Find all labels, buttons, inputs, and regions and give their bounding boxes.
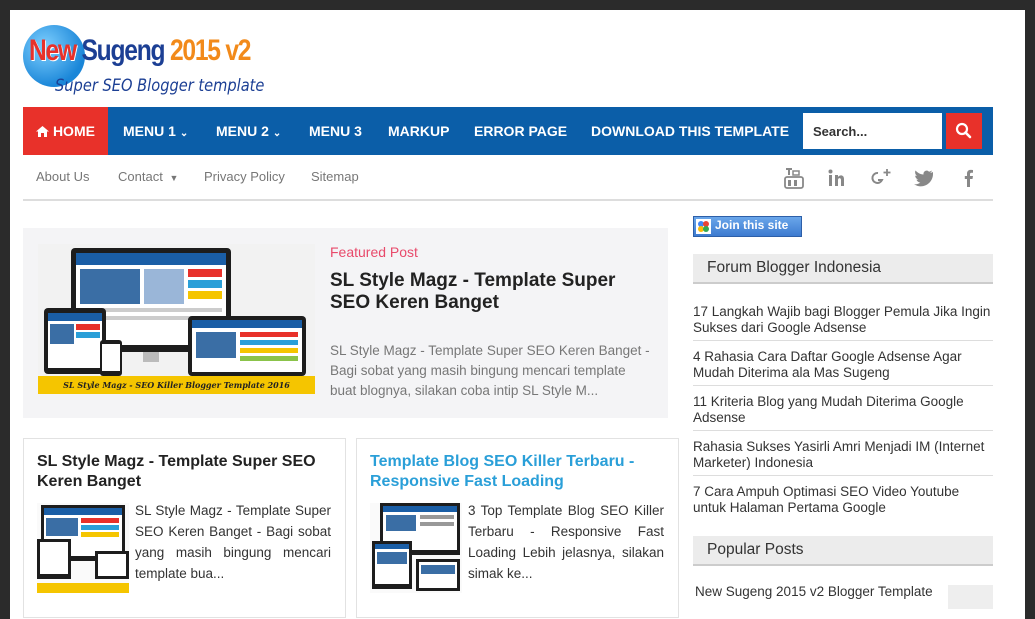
popular-post-thumbnail[interactable] bbox=[948, 585, 993, 609]
nav-error-page[interactable]: ERROR PAGE bbox=[474, 107, 567, 155]
link-sitemap[interactable]: Sitemap bbox=[311, 155, 359, 199]
list-item[interactable]: 7 Cara Ampuh Optimasi SEO Video Youtube … bbox=[693, 482, 993, 521]
list-item[interactable]: 4 Rahasia Cara Daftar Google Adsense Aga… bbox=[693, 347, 993, 386]
search-icon bbox=[955, 122, 972, 139]
popular-posts-title: Popular Posts bbox=[693, 536, 993, 566]
post-thumbnail-image bbox=[372, 503, 460, 591]
search-input[interactable] bbox=[803, 113, 942, 149]
linkedin-icon[interactable] bbox=[826, 167, 848, 189]
featured-post-image[interactable]: SL Style Magz - SEO Killer Blogger Templ… bbox=[38, 244, 315, 394]
nav-download-template[interactable]: DOWNLOAD THIS TEMPLATE bbox=[591, 107, 789, 155]
facebook-icon[interactable] bbox=[958, 167, 980, 189]
forum-widget-title: Forum Blogger Indonesia bbox=[693, 254, 993, 284]
main-nav: HOME MENU 1 ⌄ MENU 2 ⌄ MENU 3 MARKUP ERROR… bbox=[23, 107, 993, 155]
post-thumbnail[interactable] bbox=[37, 503, 129, 593]
join-site-button[interactable]: Join this site bbox=[693, 216, 802, 237]
post-title[interactable]: SL Style Magz - Template Super SEO Keren… bbox=[37, 452, 337, 492]
home-icon bbox=[36, 123, 53, 139]
list-item[interactable]: 17 Langkah Wajib bagi Blogger Pemula Jik… bbox=[693, 302, 993, 341]
link-contact-label: Contact bbox=[118, 169, 163, 184]
featured-post: SL Style Magz - SEO Killer Blogger Templ… bbox=[23, 228, 668, 418]
link-contact[interactable]: Contact ▼ bbox=[118, 155, 178, 200]
featured-description: SL Style Magz - Template Super SEO Keren… bbox=[330, 343, 650, 398]
chevron-down-icon: ⌄ bbox=[272, 128, 282, 139]
forum-list: 17 Langkah Wajib bagi Blogger Pemula Jik… bbox=[693, 302, 993, 527]
post-card: Template Blog SEO Killer Terbaru - Respo… bbox=[356, 438, 679, 618]
nav-menu-1[interactable]: MENU 1 ⌄ bbox=[123, 107, 188, 155]
caret-down-icon: ▼ bbox=[169, 173, 179, 183]
post-description: 3 Top Template Blog SEO Killer Terbaru -… bbox=[468, 503, 664, 581]
post-title[interactable]: Template Blog SEO Killer Terbaru - Respo… bbox=[370, 452, 670, 492]
post-description: SL Style Magz - Template Super SEO Keren… bbox=[135, 503, 331, 581]
youtube-icon[interactable] bbox=[783, 167, 805, 189]
join-site-label: Join this site bbox=[715, 218, 789, 232]
nav-menu-2[interactable]: MENU 2 ⌄ bbox=[216, 107, 281, 155]
logo-title: New Sugeng 2015 v2 bbox=[29, 34, 251, 67]
site-logo[interactable]: New Sugeng 2015 v2 Super SEO Blogger tem… bbox=[23, 22, 265, 102]
nav-home[interactable]: HOME bbox=[23, 107, 108, 155]
featured-label: Featured Post bbox=[330, 244, 418, 260]
list-item[interactable]: 11 Kriteria Blog yang Mudah Diterima Goo… bbox=[693, 392, 993, 431]
nav-markup[interactable]: MARKUP bbox=[388, 107, 449, 155]
search-button[interactable] bbox=[946, 113, 982, 149]
post-card: SL Style Magz - Template Super SEO Keren… bbox=[23, 438, 346, 618]
google-plus-icon[interactable] bbox=[870, 167, 892, 189]
post-thumbnail-image bbox=[37, 505, 129, 593]
link-privacy-policy[interactable]: Privacy Policy bbox=[204, 155, 285, 199]
devices-mockup-image bbox=[44, 248, 306, 376]
nav-menu-1-label: MENU 1 bbox=[123, 123, 176, 139]
post-thumbnail[interactable] bbox=[370, 503, 462, 593]
link-about-us[interactable]: About Us bbox=[36, 155, 89, 199]
nav-menu-2-label: MENU 2 bbox=[216, 123, 269, 139]
list-item[interactable]: Rahasia Sukses Yasirli Amri Menjadi IM (… bbox=[693, 437, 993, 476]
secondary-nav: About Us Contact ▼ Privacy Policy Sitema… bbox=[23, 155, 993, 201]
nav-menu-3[interactable]: MENU 3 bbox=[309, 107, 362, 155]
featured-image-caption: SL Style Magz - SEO Killer Blogger Templ… bbox=[38, 376, 315, 394]
logo-tagline: Super SEO Blogger template bbox=[55, 76, 265, 96]
featured-title[interactable]: SL Style Magz - Template Super SEO Keren… bbox=[330, 270, 650, 314]
nav-home-label: HOME bbox=[52, 123, 95, 139]
chevron-down-icon: ⌄ bbox=[179, 128, 189, 139]
twitter-icon[interactable] bbox=[913, 167, 935, 189]
google-icon bbox=[696, 219, 711, 234]
